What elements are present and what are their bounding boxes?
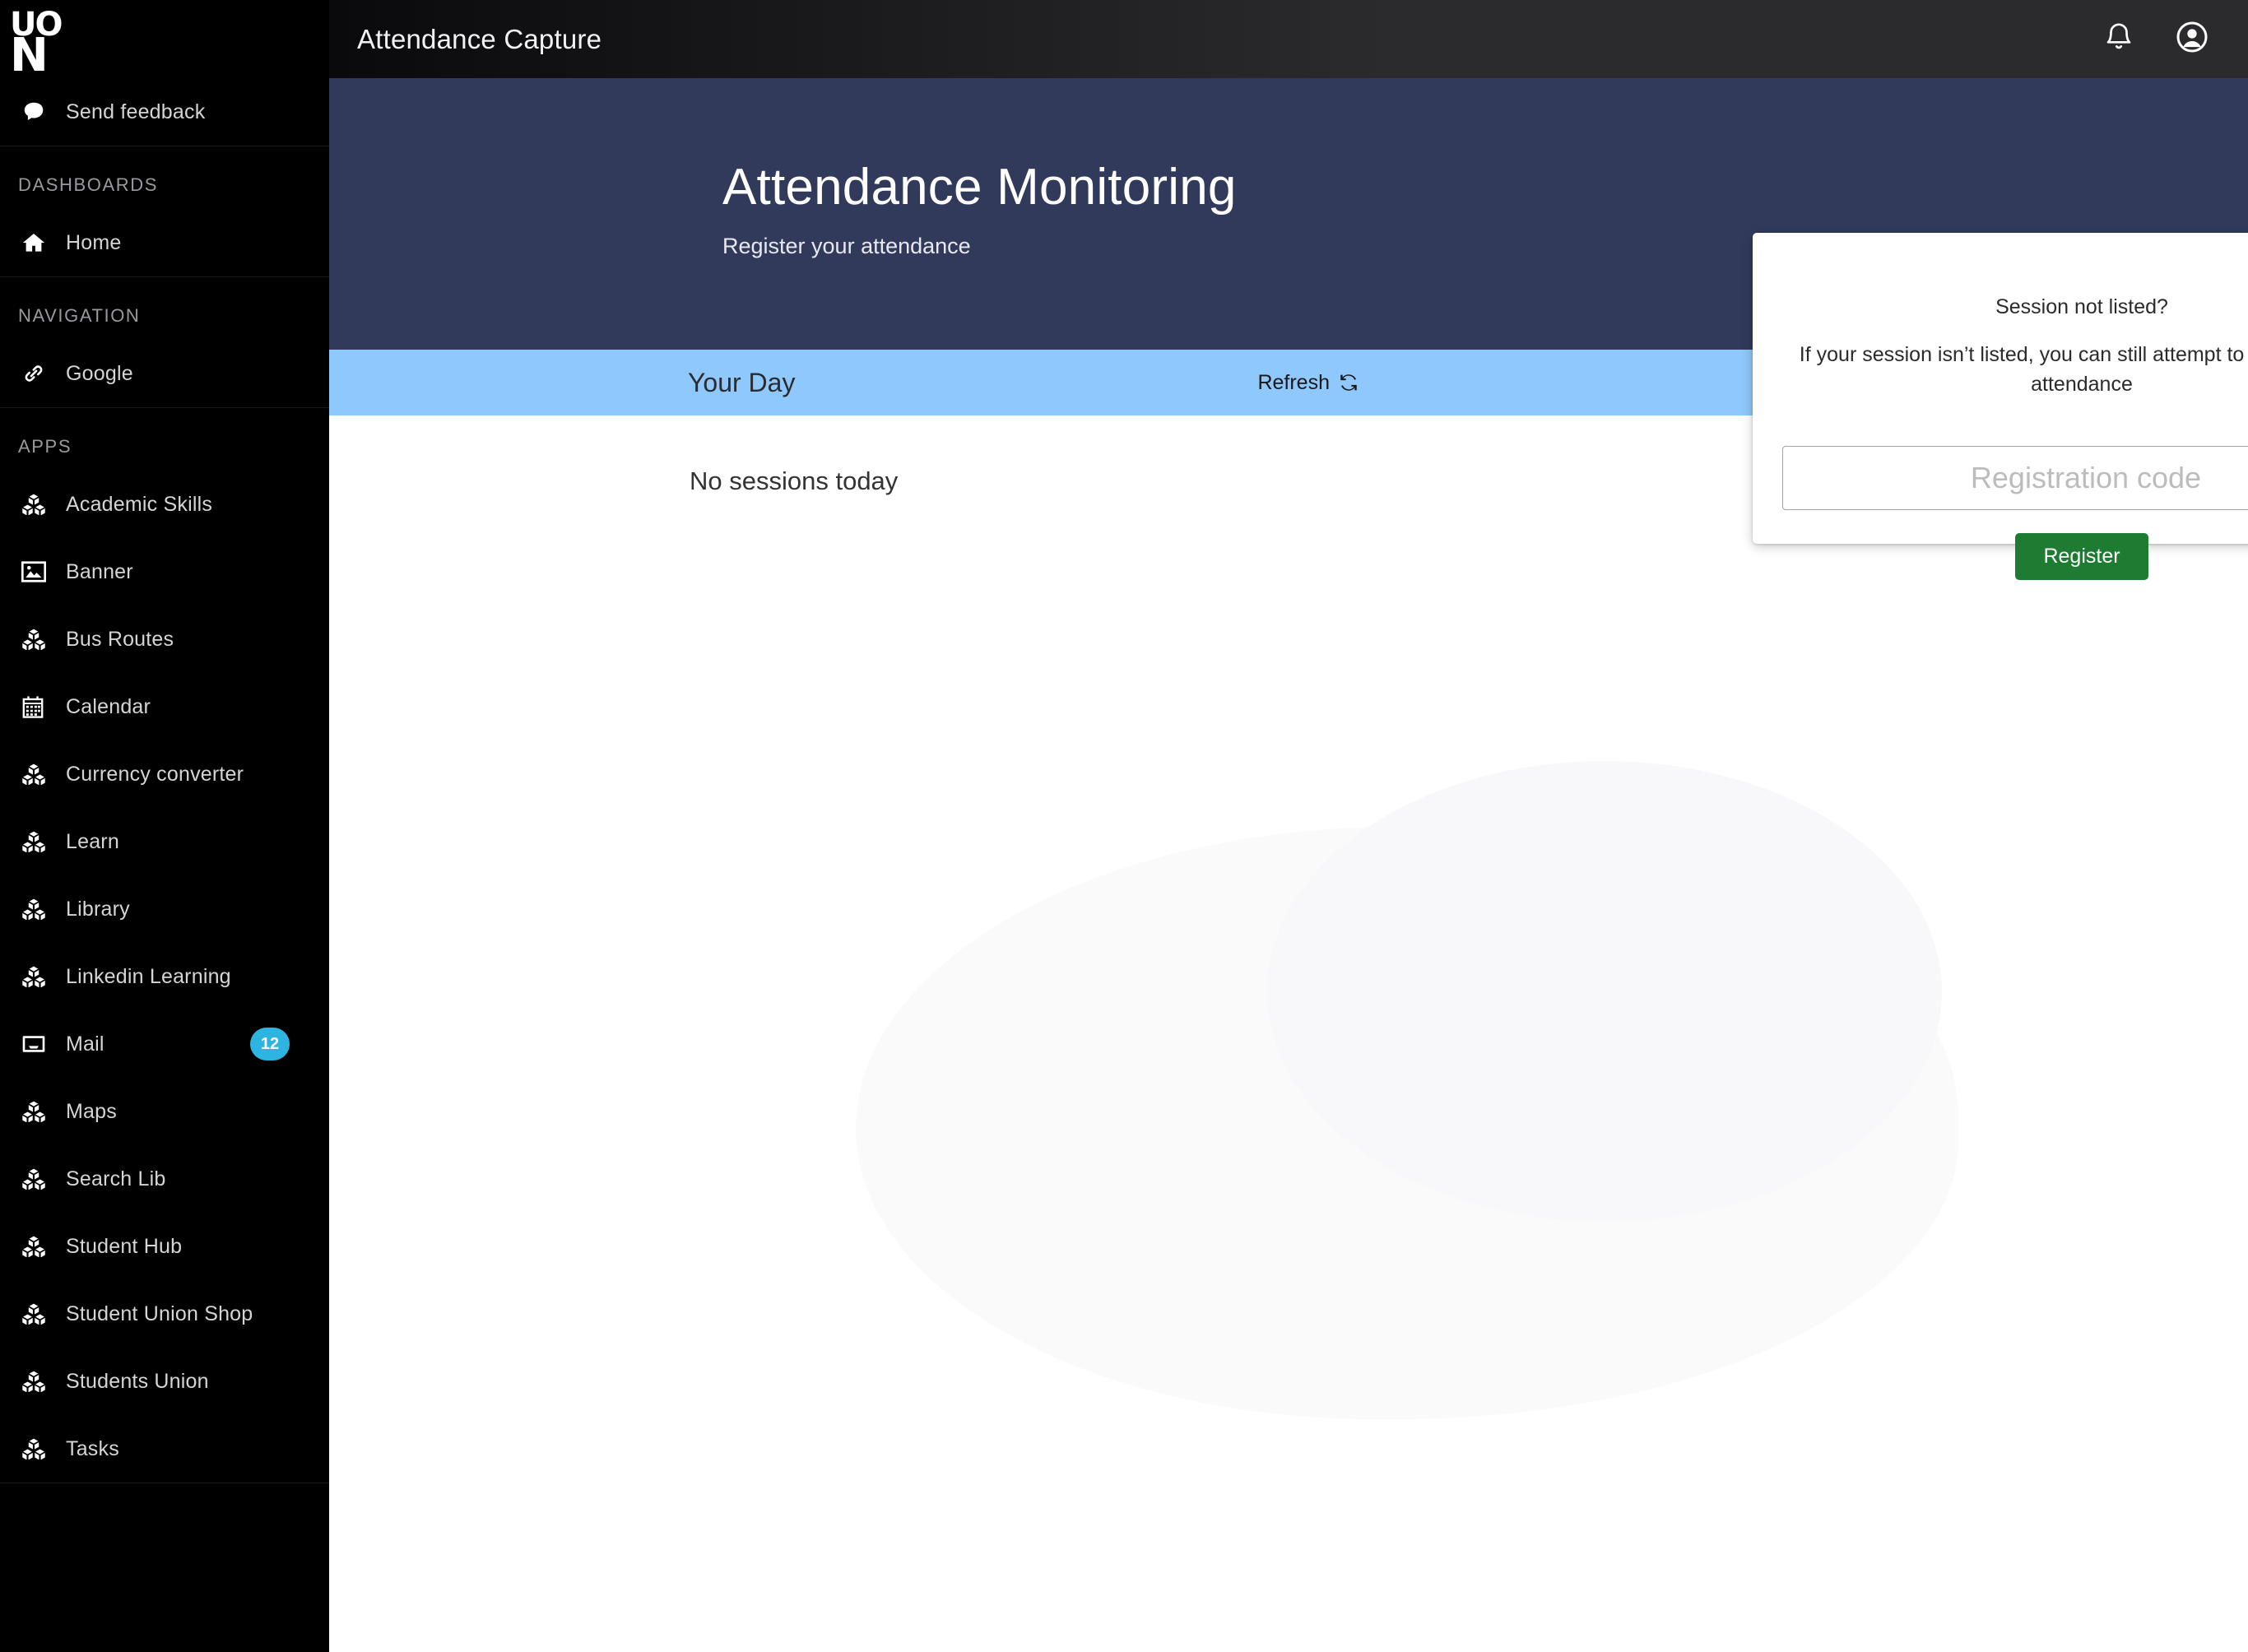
cubes-icon: [21, 1371, 66, 1392]
cubes-icon: [21, 898, 66, 920]
sidebar-heading-navigation: NAVIGATION: [18, 305, 141, 326]
background-watermark: [856, 827, 1958, 1419]
mail-unread-badge: 12: [250, 1028, 290, 1060]
sidebar-item-label: Library: [66, 897, 130, 921]
sidebar-item-label: Home: [66, 230, 122, 254]
cubes-icon: [21, 966, 66, 987]
your-day-title: Your Day: [688, 367, 796, 397]
card-title: Session not listed?: [1995, 295, 2168, 318]
cubes-icon: [21, 1303, 66, 1325]
register-button[interactable]: Register: [2015, 533, 2148, 580]
sidebar-item-label: Search Lib: [66, 1167, 166, 1190]
sidebar-item-label: Maps: [66, 1099, 117, 1123]
cubes-icon: [21, 494, 66, 515]
sidebar-heading-apps: APPS: [18, 436, 72, 457]
sidebar-item-label: Send feedback: [66, 100, 206, 123]
bell-icon[interactable]: [2103, 21, 2134, 57]
sidebar-item-tasks[interactable]: Tasks: [0, 1415, 329, 1483]
sidebar-item-maps[interactable]: Maps: [0, 1078, 329, 1145]
registration-code-input[interactable]: [1782, 446, 2248, 510]
sidebar-item-banner[interactable]: Banner: [0, 538, 329, 606]
refresh-label: Refresh: [1257, 370, 1330, 394]
background-watermark-secondary: [1267, 761, 1942, 1222]
sidebar-item-linkedin-learning[interactable]: Linkedin Learning: [0, 943, 329, 1010]
inbox-icon: [21, 1034, 66, 1054]
sidebar-item-label: Student Union Shop: [66, 1302, 253, 1325]
sidebar-heading-dashboards: DASHBOARDS: [18, 174, 159, 195]
refresh-icon: [1338, 372, 1359, 393]
cubes-icon: [21, 831, 66, 852]
sidebar-item-learn[interactable]: Learn: [0, 808, 329, 875]
calendar-icon: [21, 695, 66, 718]
sidebar-item-students-union[interactable]: Students Union: [0, 1348, 329, 1415]
uon-logo-icon: UO N: [8, 6, 76, 79]
cubes-icon: [21, 629, 66, 650]
sidebar-item-label: Calendar: [66, 694, 151, 718]
sidebar-item-academic-skills[interactable]: Academic Skills: [0, 471, 329, 538]
top-bar: Attendance Capture: [329, 0, 2248, 78]
main-area: Attendance Capture Attendance Monitoring…: [329, 0, 2248, 1652]
sidebar-item-label: Linkedin Learning: [66, 964, 231, 988]
cubes-icon: [21, 763, 66, 785]
topbar-actions: [2103, 21, 2209, 58]
sidebar-section-apps: APPS Academic Skills Banner Bus Routes C…: [0, 408, 329, 1483]
sidebar-item-mail[interactable]: Mail 12: [0, 1010, 329, 1078]
sidebar-feedback-block: Send feedback: [0, 78, 329, 146]
sidebar-item-send-feedback[interactable]: Send feedback: [0, 78, 329, 146]
card-description: If your session isn’t listed, you can st…: [1799, 343, 2248, 396]
user-circle-icon[interactable]: [2176, 21, 2209, 58]
refresh-button[interactable]: Refresh: [1257, 371, 1359, 395]
content-area: No sessions today: [329, 415, 2248, 1652]
sidebar-section-navigation: NAVIGATION Google: [0, 277, 329, 408]
sidebar-section-dashboards: DASHBOARDS Home: [0, 146, 329, 277]
sidebar-item-calendar[interactable]: Calendar: [0, 673, 329, 740]
link-icon: [21, 361, 66, 386]
app-title: Attendance Capture: [357, 23, 602, 54]
sidebar-item-label: Student Hub: [66, 1234, 183, 1258]
sidebar-item-label: Learn: [66, 829, 119, 853]
sidebar: UO N Send feedback DASHBOARDS Home NAVIG…: [0, 0, 329, 1652]
page-title: Attendance Monitoring: [722, 159, 1237, 216]
sidebar-item-home[interactable]: Home: [0, 209, 329, 276]
comment-icon: [21, 100, 66, 124]
sidebar-item-label: Students Union: [66, 1369, 209, 1393]
sidebar-item-bus-routes[interactable]: Bus Routes: [0, 606, 329, 673]
sidebar-item-label: Currency converter: [66, 762, 244, 786]
session-not-listed-card: Session not listed? If your session isn’…: [1753, 233, 2248, 580]
home-icon: [21, 230, 66, 255]
sidebar-item-label: Tasks: [66, 1436, 119, 1460]
sidebar-item-student-union-shop[interactable]: Student Union Shop: [0, 1280, 329, 1348]
sidebar-item-label: Google: [66, 361, 133, 385]
sidebar-item-label: Academic Skills: [66, 492, 213, 516]
cubes-icon: [21, 1168, 66, 1190]
sidebar-item-label: Bus Routes: [66, 627, 174, 651]
sidebar-item-currency-converter[interactable]: Currency converter: [0, 740, 329, 808]
app-root: UO N Send feedback DASHBOARDS Home NAVIG…: [0, 0, 2248, 1652]
sidebar-item-library[interactable]: Library: [0, 875, 329, 943]
sidebar-item-search-lib[interactable]: Search Lib: [0, 1145, 329, 1213]
sidebar-item-student-hub[interactable]: Student Hub: [0, 1213, 329, 1280]
cubes-icon: [21, 1101, 66, 1122]
sidebar-item-label: Banner: [66, 559, 133, 583]
logo-bottom-text: N: [10, 28, 49, 82]
image-icon: [21, 561, 66, 582]
sidebar-item-google[interactable]: Google: [0, 340, 329, 407]
brand-logo[interactable]: UO N: [0, 0, 329, 79]
sidebar-item-label: Mail: [66, 1032, 105, 1056]
cubes-icon: [21, 1438, 66, 1459]
cubes-icon: [21, 1236, 66, 1257]
